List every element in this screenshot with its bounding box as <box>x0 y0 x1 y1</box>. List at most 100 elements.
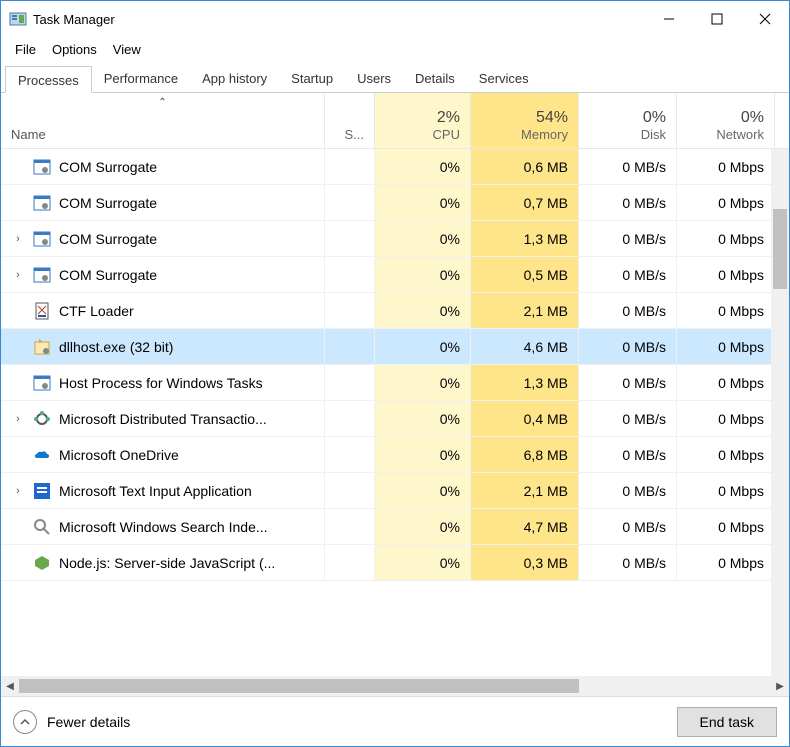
disk-percent: 0% <box>589 109 666 127</box>
cell-network: 0 Mbps <box>677 257 775 292</box>
tab-app-history[interactable]: App history <box>190 65 279 92</box>
cell-disk: 0 MB/s <box>579 149 677 184</box>
expand-chevron-icon[interactable]: › <box>11 233 25 245</box>
cell-disk: 0 MB/s <box>579 293 677 328</box>
column-header-cpu[interactable]: 2% CPU <box>375 93 471 148</box>
cell-cpu: 0% <box>375 329 471 364</box>
process-row[interactable]: Node.js: Server-side JavaScript (...0%0,… <box>1 545 789 581</box>
memory-percent: 54% <box>481 109 568 127</box>
cell-network: 0 Mbps <box>677 509 775 544</box>
cell-memory: 4,7 MB <box>471 509 579 544</box>
cell-name: Node.js: Server-side JavaScript (... <box>1 545 325 580</box>
expand-chevron-icon[interactable]: › <box>11 485 25 497</box>
column-header-name[interactable]: ⌃ Name <box>1 93 325 148</box>
fewer-details-toggle[interactable]: Fewer details <box>13 710 130 734</box>
cell-cpu: 0% <box>375 473 471 508</box>
network-label: Network <box>687 127 764 142</box>
tab-services[interactable]: Services <box>467 65 541 92</box>
cell-network: 0 Mbps <box>677 293 775 328</box>
cell-network: 0 Mbps <box>677 401 775 436</box>
horizontal-scrollbar[interactable]: ◀ ▶ <box>1 676 789 696</box>
column-status-label: S... <box>335 127 364 142</box>
cell-disk: 0 MB/s <box>579 509 677 544</box>
process-name: CTF Loader <box>59 303 134 319</box>
process-row[interactable]: dllhost.exe (32 bit)0%4,6 MB0 MB/s0 Mbps <box>1 329 789 365</box>
process-row[interactable]: Microsoft OneDrive0%6,8 MB0 MB/s0 Mbps <box>1 437 789 473</box>
horizontal-scrollbar-track[interactable] <box>19 677 771 695</box>
process-name: Host Process for Windows Tasks <box>59 375 263 391</box>
chevron-up-icon <box>13 710 37 734</box>
menu-options[interactable]: Options <box>46 40 103 59</box>
expand-chevron-icon[interactable]: › <box>11 413 25 425</box>
cell-memory: 0,7 MB <box>471 185 579 220</box>
process-row[interactable]: ›COM Surrogate0%0,5 MB0 MB/s0 Mbps <box>1 257 789 293</box>
cell-memory: 0,5 MB <box>471 257 579 292</box>
menu-view[interactable]: View <box>107 40 147 59</box>
column-header-network[interactable]: 0% Network <box>677 93 775 148</box>
cell-memory: 2,1 MB <box>471 473 579 508</box>
cell-memory: 1,3 MB <box>471 221 579 256</box>
cell-memory: 1,3 MB <box>471 365 579 400</box>
cell-cpu: 0% <box>375 437 471 472</box>
tab-processes[interactable]: Processes <box>5 66 92 93</box>
cell-memory: 6,8 MB <box>471 437 579 472</box>
vertical-scrollbar[interactable] <box>771 149 789 676</box>
process-name: Microsoft Distributed Transactio... <box>59 411 267 427</box>
minimize-button[interactable] <box>645 3 693 35</box>
column-header-disk[interactable]: 0% Disk <box>579 93 677 148</box>
process-name: Node.js: Server-side JavaScript (... <box>59 555 275 571</box>
process-icon <box>33 554 51 572</box>
cell-status <box>325 473 375 508</box>
process-name: COM Surrogate <box>59 195 157 211</box>
process-row[interactable]: ›COM Surrogate0%1,3 MB0 MB/s0 Mbps <box>1 221 789 257</box>
tab-users[interactable]: Users <box>345 65 403 92</box>
cell-cpu: 0% <box>375 149 471 184</box>
process-icon <box>33 302 51 320</box>
process-name: COM Surrogate <box>59 159 157 175</box>
cell-cpu: 0% <box>375 221 471 256</box>
menu-file[interactable]: File <box>9 40 42 59</box>
cell-memory: 0,3 MB <box>471 545 579 580</box>
cell-disk: 0 MB/s <box>579 329 677 364</box>
cell-name: COM Surrogate <box>1 149 325 184</box>
cell-network: 0 Mbps <box>677 545 775 580</box>
vertical-scrollbar-thumb[interactable] <box>773 209 787 289</box>
cell-status <box>325 545 375 580</box>
cell-memory: 2,1 MB <box>471 293 579 328</box>
process-row[interactable]: COM Surrogate0%0,7 MB0 MB/s0 Mbps <box>1 185 789 221</box>
cell-disk: 0 MB/s <box>579 437 677 472</box>
cell-network: 0 Mbps <box>677 149 775 184</box>
process-icon <box>33 338 51 356</box>
cell-status <box>325 293 375 328</box>
scroll-right-button[interactable]: ▶ <box>771 677 789 695</box>
process-row[interactable]: Microsoft Windows Search Inde...0%4,7 MB… <box>1 509 789 545</box>
maximize-button[interactable] <box>693 3 741 35</box>
network-percent: 0% <box>687 109 764 127</box>
process-name: Microsoft Text Input Application <box>59 483 252 499</box>
end-task-button[interactable]: End task <box>677 707 777 737</box>
tab-performance[interactable]: Performance <box>92 65 190 92</box>
process-icon <box>33 446 51 464</box>
process-icon <box>33 410 51 428</box>
process-row[interactable]: COM Surrogate0%0,6 MB0 MB/s0 Mbps <box>1 149 789 185</box>
process-name: COM Surrogate <box>59 231 157 247</box>
close-button[interactable] <box>741 3 789 35</box>
tab-details[interactable]: Details <box>403 65 467 92</box>
cell-status <box>325 149 375 184</box>
cell-status <box>325 221 375 256</box>
cell-cpu: 0% <box>375 257 471 292</box>
process-row[interactable]: Host Process for Windows Tasks0%1,3 MB0 … <box>1 365 789 401</box>
process-row[interactable]: › Microsoft Text Input Application 0%2,1 M… <box>1 473 789 509</box>
titlebar[interactable]: Task Manager <box>1 1 789 37</box>
expand-chevron-icon[interactable]: › <box>11 269 25 281</box>
horizontal-scrollbar-thumb[interactable] <box>19 679 579 693</box>
column-header-memory[interactable]: 54% Memory <box>471 93 579 148</box>
process-row[interactable]: ›Microsoft Distributed Transactio...0%0,… <box>1 401 789 437</box>
process-list[interactable]: COM Surrogate0%0,6 MB0 MB/s0 MbpsCOM Sur… <box>1 149 789 676</box>
column-header-status[interactable]: S... <box>325 93 375 148</box>
process-icon <box>33 518 51 536</box>
tab-startup[interactable]: Startup <box>279 65 345 92</box>
scroll-left-button[interactable]: ◀ <box>1 677 19 695</box>
process-icon <box>33 194 51 212</box>
process-row[interactable]: CTF Loader0%2,1 MB0 MB/s0 Mbps <box>1 293 789 329</box>
